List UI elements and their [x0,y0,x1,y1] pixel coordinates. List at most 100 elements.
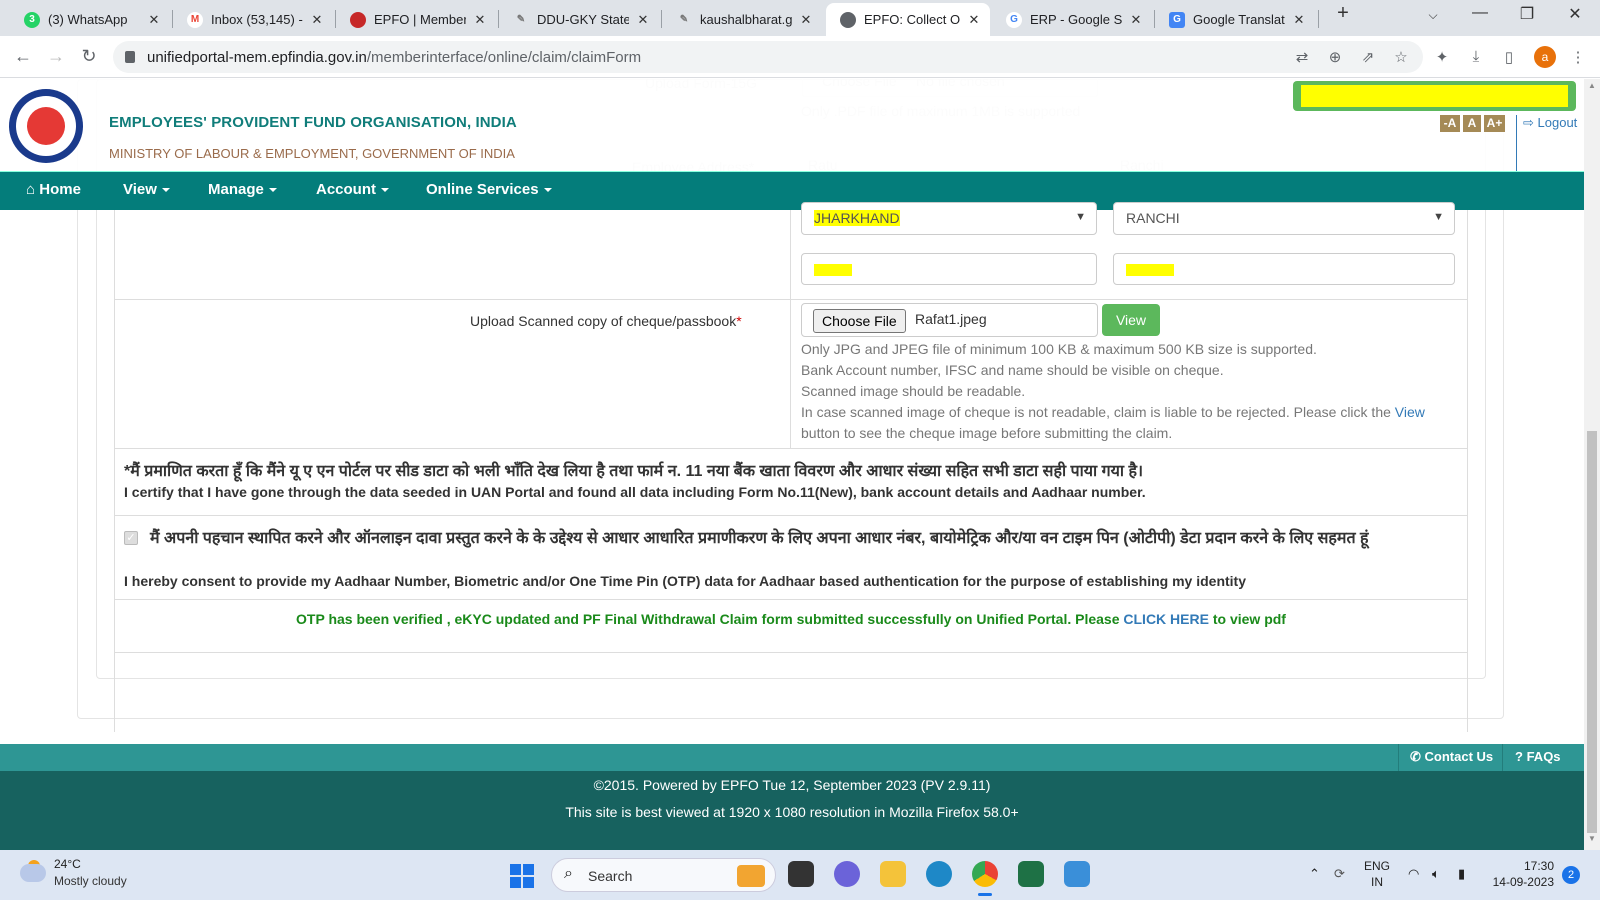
tab-search-chevron-icon[interactable]: ⌵ [1418,8,1448,23]
nav-online-services[interactable]: Online Services [426,181,552,198]
translate-page-icon[interactable]: ⇄ [1292,48,1312,66]
caret-down-icon [268,188,277,193]
sync-icon[interactable]: ⟳ [1334,866,1345,882]
nav-manage[interactable]: Manage [208,181,277,198]
redacted-value [1126,264,1174,277]
close-tab-icon[interactable]: ✕ [798,12,814,28]
best-viewed-text: This site is best viewed at 1920 x 1080 … [565,804,1019,820]
nav-view[interactable]: View [123,181,170,198]
home-icon: ⌂ [26,181,36,198]
close-tab-icon[interactable]: ✕ [146,12,162,28]
pincode-input[interactable] [1113,253,1455,285]
click-here-pdf-link[interactable]: CLICK HERE [1123,611,1209,627]
notification-badge[interactable]: 2 [1562,866,1580,884]
close-tab-icon[interactable]: ✕ [1128,12,1144,28]
district-select[interactable]: RANCHI ▼ [1113,202,1455,235]
tab-ddugky[interactable]: ✎ DDU-GKY State V ✕ [499,3,659,36]
logout-link[interactable]: ⇨ Logout [1516,115,1577,171]
translate-icon: G [1169,11,1185,28]
tab-gmail[interactable]: M Inbox (53,145) - a ✕ [173,3,333,36]
footer-links-bar: ✆ Contact Us ? FAQs [0,744,1584,771]
windows-start-button[interactable] [510,864,534,888]
show-hidden-icons-chevron[interactable]: ⌃ [1309,866,1320,882]
scroll-up-arrow-icon[interactable]: ▲ [1584,81,1600,95]
lock-icon [125,51,135,63]
extensions-puzzle-icon[interactable]: ✦ [1432,48,1452,66]
nav-account[interactable]: Account [316,181,389,198]
forward-arrow-icon[interactable]: → [45,46,67,67]
contact-us-link[interactable]: ✆ Contact Us [1410,749,1493,765]
download-icon[interactable]: ⤓ [1466,48,1486,65]
google-icon: G [1006,11,1022,28]
epfo-logo[interactable] [9,89,83,163]
photos-icon[interactable] [1064,861,1090,887]
edge-icon[interactable] [926,861,952,887]
restore-button[interactable]: ❐ [1512,4,1542,24]
chrome-icon[interactable] [972,861,998,896]
windows-taskbar: 24°C Mostly cloudy ⌕ Search ⌃ ⟳ ENG IN ◠… [0,850,1600,900]
back-arrow-icon[interactable]: ← [12,46,34,67]
help-text: Scanned image should be readable. [801,383,1026,399]
tab-google-search[interactable]: G ERP - Google Sea ✕ [992,3,1152,36]
tab-epfo-collect-active[interactable]: EPFO: Collect Onl ✕ [826,3,990,36]
faqs-link[interactable]: ? FAQs [1515,749,1561,764]
language-indicator[interactable]: ENG IN [1364,858,1390,890]
zoom-icon[interactable]: ⊕ [1325,48,1345,66]
scrollbar-thumb[interactable] [1587,431,1597,833]
close-tab-icon[interactable]: ✕ [635,12,651,28]
taskbar-search[interactable]: ⌕ Search [551,858,776,892]
file-explorer-icon[interactable] [880,861,906,887]
footer-separator [1398,744,1399,771]
redacted-user-info [1293,81,1576,111]
reload-icon[interactable]: ↻ [78,46,100,67]
view-cheque-button[interactable]: View [1102,304,1160,336]
footer: ©2015. Powered by EPFO Tue 12, September… [0,771,1584,850]
close-tab-icon[interactable]: ✕ [309,12,325,28]
excel-icon[interactable] [1018,861,1044,887]
close-tab-icon[interactable]: ✕ [966,12,982,28]
wifi-icon[interactable]: ◠ [1408,866,1419,882]
tab-google-translate[interactable]: G Google Translate ✕ [1155,3,1315,36]
copyright-text: ©2015. Powered by EPFO Tue 12, September… [593,777,991,793]
battery-icon[interactable]: ▮ [1458,866,1465,882]
logout-icon: ⇨ [1523,115,1534,130]
volume-icon[interactable]: 🔈︎ [1432,866,1440,882]
bookmark-star-icon[interactable]: ☆ [1391,48,1411,66]
success-message: OTP has been verified , eKYC updated and… [296,611,1286,627]
tab-epfo-member[interactable]: EPFO | Member P ✕ [336,3,496,36]
minimize-button[interactable]: — [1465,4,1495,22]
caret-down-icon [381,188,389,193]
tab-whatsapp[interactable]: 3 (3) WhatsApp ✕ [10,3,170,36]
side-panel-icon[interactable]: ▯ [1499,48,1519,66]
share-icon[interactable]: ⇗ [1358,48,1378,66]
font-decrease-button[interactable]: -A [1440,115,1460,132]
help-text: In case scanned image of cheque is not r… [801,404,1425,420]
city-input[interactable] [801,253,1097,285]
choose-file-button[interactable]: Choose File [813,309,906,333]
browser-menu-icon[interactable]: ⋮ [1568,48,1588,66]
certify-text-hindi: *मैं प्रमाणित करता हूँ कि मैंने यू ए एन … [124,463,1144,480]
font-normal-button[interactable]: A [1463,115,1481,132]
consent-checkbox[interactable]: ✓ [124,531,138,545]
scroll-down-arrow-icon[interactable]: ▼ [1584,834,1600,848]
url-input[interactable]: unifiedportal-mem.epfindia.gov.in/member… [113,41,1423,73]
nav-home[interactable]: ⌂ Home [26,181,81,198]
tab-kaushalbharat[interactable]: ✎ kaushalbharat.go ✕ [662,3,822,36]
search-highlight-icon [737,865,765,887]
help-view-link[interactable]: View [1395,404,1425,420]
state-select[interactable]: JHARKHAND ▼ [801,202,1097,235]
teams-chat-icon[interactable] [834,861,860,887]
profile-avatar[interactable]: a [1534,46,1556,68]
table-row-divider [114,448,1468,449]
close-tab-icon[interactable]: ✕ [472,12,488,28]
font-increase-button[interactable]: A+ [1484,115,1505,132]
task-view-icon[interactable] [788,861,814,887]
new-tab-button[interactable]: + [1328,2,1358,25]
consent-text-english: I hereby consent to provide my Aadhaar N… [124,573,1247,589]
close-window-button[interactable]: ✕ [1560,4,1590,24]
cheque-file-input[interactable]: Choose File Rafat1.jpeg [801,303,1098,337]
clock[interactable]: 17:30 14-09-2023 [1486,858,1554,890]
close-tab-icon[interactable]: ✕ [1291,12,1307,28]
page-scrollbar[interactable]: ▲ ▼ [1584,79,1600,850]
page-viewport: Upload Form-15G Choose File No file chos… [0,79,1584,850]
